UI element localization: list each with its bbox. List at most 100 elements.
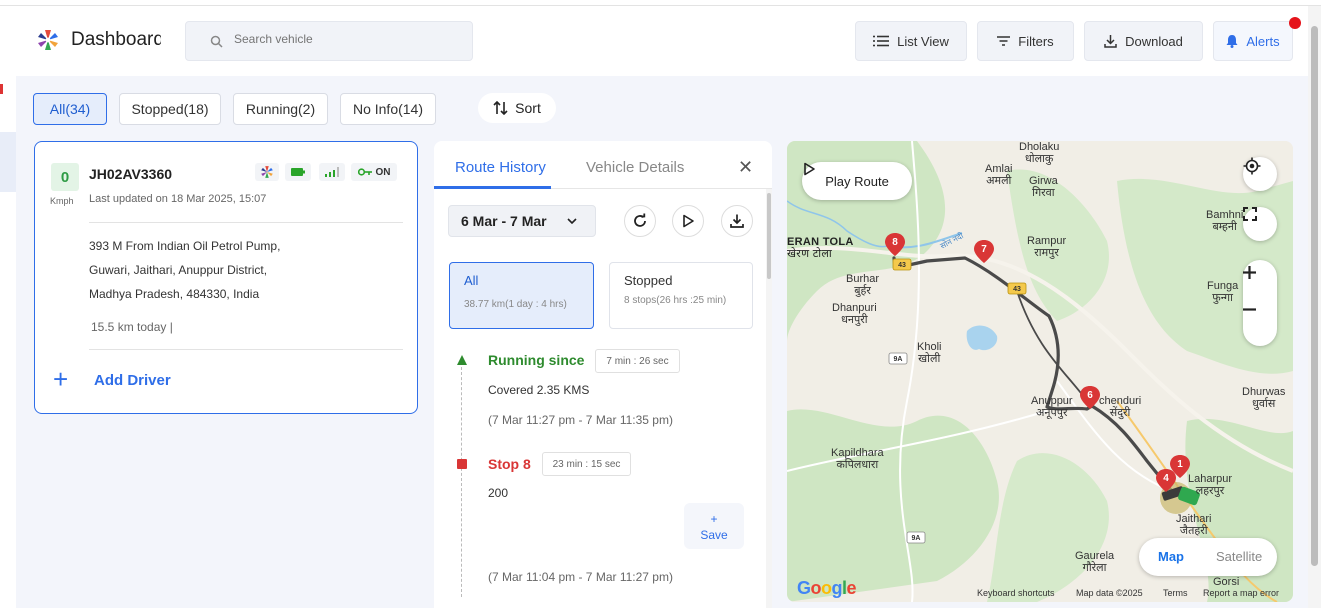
summary-all[interactable]: All 38.77 km(1 day : 4 hrs) bbox=[449, 262, 594, 329]
map-view[interactable]: 8 7 6 1 4 43 43 9A 9A सोन नदी Dholaku धोल… bbox=[787, 141, 1293, 602]
play-icon bbox=[683, 214, 694, 228]
tab-vehicle-details[interactable]: Vehicle Details bbox=[586, 159, 684, 176]
stop-value: 200 bbox=[488, 486, 509, 500]
download-label: Download bbox=[1125, 33, 1183, 49]
place-label: Rampur रामपुर bbox=[1027, 235, 1067, 259]
map-type-satellite[interactable]: Satellite bbox=[1216, 549, 1262, 564]
list-view-label: List View bbox=[897, 33, 949, 49]
distance-today: 15.5 km today | bbox=[91, 320, 173, 334]
download-button[interactable]: Download bbox=[1084, 21, 1203, 61]
fullscreen-icon bbox=[1243, 207, 1257, 221]
marker-1-label: 1 bbox=[1177, 459, 1183, 470]
zoom-in-button[interactable] bbox=[1243, 266, 1277, 300]
stop-icon bbox=[457, 459, 467, 469]
play-route-button[interactable]: Play Route bbox=[802, 162, 912, 200]
last-updated: Last updated on 18 Mar 2025, 15:07 bbox=[89, 193, 267, 205]
logo-icon bbox=[38, 30, 58, 50]
brand-title: Dashboard bbox=[71, 29, 161, 50]
address-line-1: 393 M From Indian Oil Petrol Pump, bbox=[89, 239, 281, 253]
summary-all-title: All bbox=[464, 273, 479, 288]
search-input[interactable] bbox=[234, 32, 454, 46]
place-label: Gorsi bbox=[1213, 576, 1240, 588]
place-label: Anuppur अनूपपुर bbox=[1031, 395, 1073, 419]
speed-unit: Kmph bbox=[50, 196, 74, 206]
refresh-button[interactable] bbox=[624, 205, 656, 237]
date-range-select[interactable]: 6 Mar - 7 Mar bbox=[448, 205, 596, 237]
crosshair-icon bbox=[1243, 157, 1261, 175]
alerts-label: Alerts bbox=[1246, 33, 1280, 49]
marker-6-label: 6 bbox=[1087, 390, 1093, 401]
refresh-icon bbox=[634, 213, 646, 227]
ignition-label: ON bbox=[375, 166, 391, 178]
locate-button[interactable] bbox=[1243, 157, 1277, 191]
bell-icon bbox=[1226, 34, 1238, 48]
marker-4-label: 4 bbox=[1163, 473, 1169, 484]
battery-icon bbox=[285, 163, 311, 181]
report-error-link[interactable]: Report a map error bbox=[1203, 588, 1279, 598]
terms-link[interactable]: Terms bbox=[1163, 588, 1188, 598]
place-label: Jaithari जैतहरी bbox=[1176, 513, 1212, 537]
filter-icon bbox=[997, 36, 1011, 46]
download-icon bbox=[730, 214, 744, 228]
sort-label: Sort bbox=[515, 100, 541, 116]
alerts-button[interactable]: Alerts bbox=[1213, 21, 1293, 61]
summary-stopped[interactable]: Stopped 8 stops(26 hrs :25 min) bbox=[609, 262, 753, 329]
filter-chip-running[interactable]: Running(2) bbox=[233, 93, 328, 125]
filter-chip-all[interactable]: All(34) bbox=[33, 93, 107, 125]
plus-icon[interactable]: + bbox=[53, 366, 68, 392]
play-button[interactable] bbox=[672, 205, 704, 237]
save-button[interactable]: + Save bbox=[684, 503, 744, 549]
search-box[interactable] bbox=[185, 21, 473, 61]
summary-stopped-title: Stopped bbox=[624, 273, 673, 288]
card-divider bbox=[89, 349, 403, 350]
panel-scrollbar[interactable] bbox=[766, 189, 772, 608]
place-label: Kholi खोली bbox=[917, 341, 942, 365]
running-duration: 7 min : 26 sec bbox=[595, 349, 680, 373]
place-label: Funga फुन्गा bbox=[1207, 280, 1239, 304]
sort-button[interactable]: Sort bbox=[478, 93, 556, 123]
vehicle-card[interactable]: 0 Kmph JH02AV3360 Last updated on 18 Mar… bbox=[34, 141, 418, 414]
summary-stopped-sub: 8 stops(26 hrs :25 min) bbox=[624, 295, 727, 306]
chevron-down-icon bbox=[567, 218, 577, 224]
page-scrollbar[interactable] bbox=[1308, 6, 1321, 608]
panel-scrollbar-thumb[interactable] bbox=[767, 193, 771, 279]
add-driver-link[interactable]: Add Driver bbox=[94, 372, 171, 389]
place-label: Dholaku धोलाकु bbox=[1019, 141, 1060, 165]
download-icon bbox=[1104, 34, 1117, 48]
play-icon bbox=[804, 162, 815, 176]
sidebar-indicator bbox=[0, 84, 3, 94]
sidebar-selected-item[interactable] bbox=[0, 132, 16, 192]
running-icon bbox=[457, 355, 467, 365]
download-route-button[interactable] bbox=[721, 205, 753, 237]
close-icon[interactable]: ✕ bbox=[738, 157, 753, 178]
filter-chip-stopped[interactable]: Stopped(18) bbox=[119, 93, 221, 125]
zoom-out-button[interactable] bbox=[1243, 308, 1277, 342]
stop-range: (7 Mar 11:04 pm - 7 Mar 11:27 pm) bbox=[488, 570, 673, 584]
filters-button[interactable]: Filters bbox=[977, 21, 1074, 61]
header: Dashboard List View Filters Download Ale… bbox=[16, 6, 1308, 76]
fullscreen-button[interactable] bbox=[1243, 207, 1277, 241]
place-label: Dhanpuri धनपुरी bbox=[832, 302, 877, 326]
tab-route-history[interactable]: Route History bbox=[455, 159, 546, 176]
keyboard-shortcuts-link[interactable]: Keyboard shortcuts bbox=[977, 588, 1055, 598]
ignition-status: ON bbox=[351, 163, 397, 181]
signal-icon bbox=[319, 163, 345, 181]
place-label: Laharpur लहरपुर bbox=[1188, 473, 1233, 497]
search-icon bbox=[210, 35, 223, 48]
minus-icon bbox=[1243, 308, 1256, 311]
running-covered: Covered 2.35 KMS bbox=[488, 383, 590, 397]
place-label: Amlai अमली bbox=[985, 163, 1013, 187]
route-panel: Route History Vehicle Details ✕ 6 Mar - … bbox=[434, 141, 772, 608]
google-logo: Google bbox=[797, 578, 857, 598]
place-label: Gaurela गौरेला bbox=[1075, 550, 1115, 574]
sort-icon bbox=[493, 101, 508, 115]
place-label: Burhar बुर्हर bbox=[846, 273, 880, 297]
play-route-label: Play Route bbox=[825, 173, 889, 189]
running-title: Running since bbox=[488, 352, 585, 368]
map-type-map[interactable]: Map bbox=[1158, 549, 1184, 564]
list-view-button[interactable]: List View bbox=[855, 21, 967, 61]
page-scrollbar-thumb[interactable] bbox=[1311, 26, 1318, 566]
filter-chip-no-info[interactable]: No Info(14) bbox=[340, 93, 436, 125]
map-data-text: Map data ©2025 bbox=[1076, 588, 1143, 598]
save-plus: + bbox=[710, 512, 718, 526]
